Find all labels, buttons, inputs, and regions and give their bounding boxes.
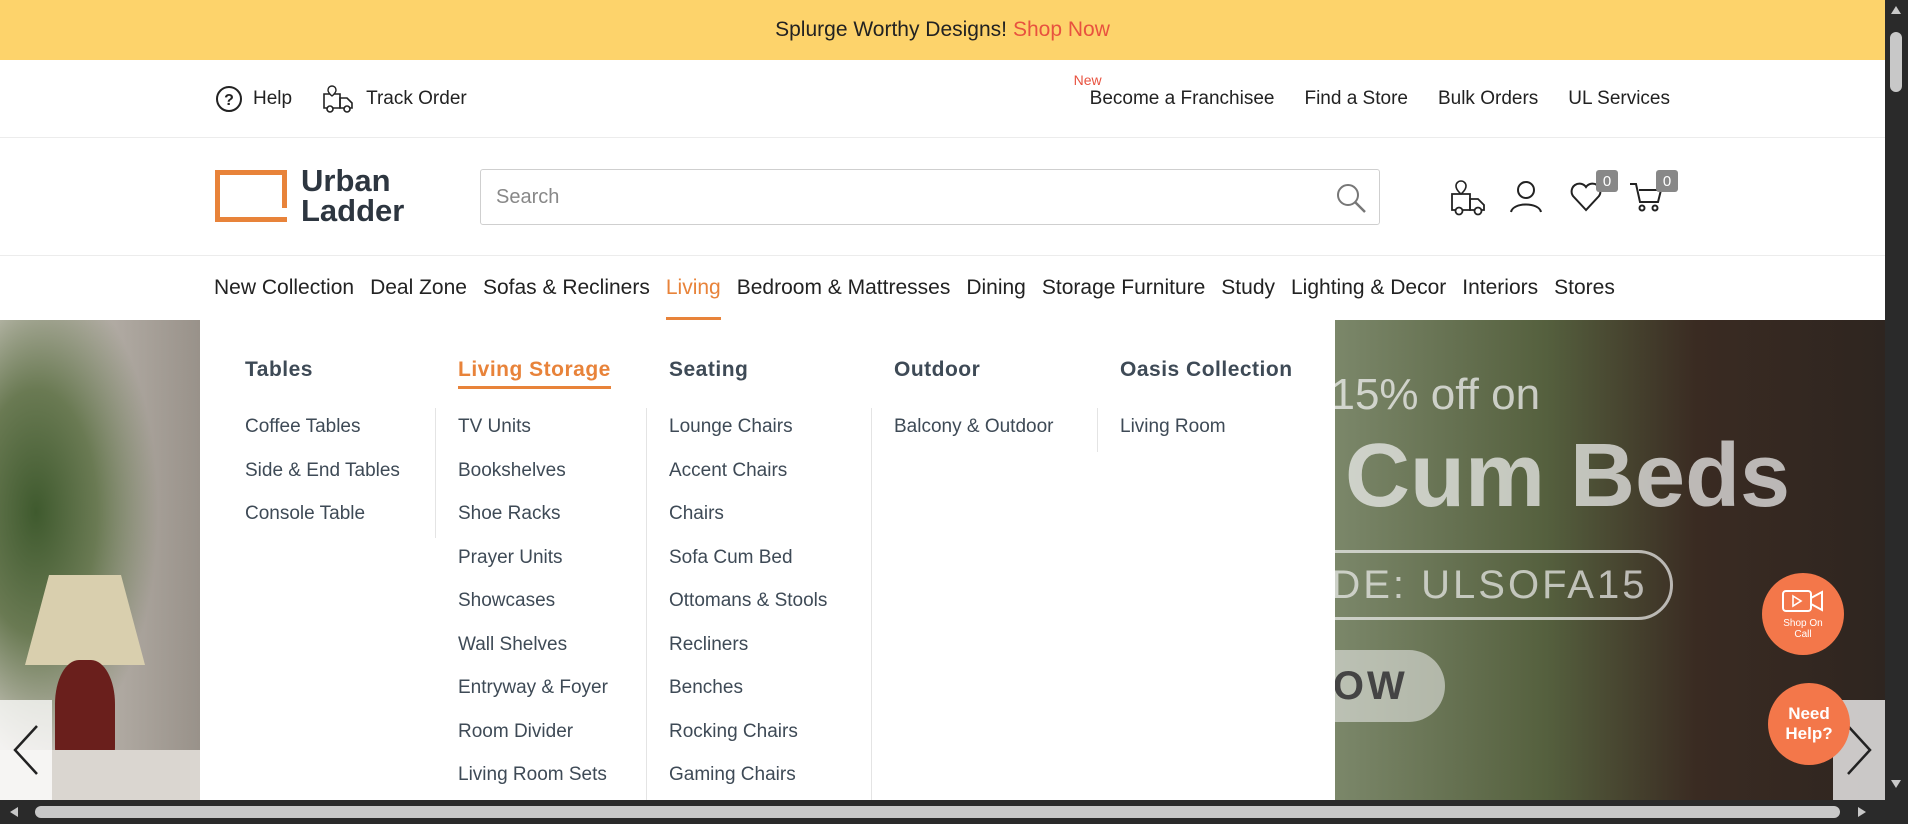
menu-item[interactable]: Accent Chairs — [669, 460, 827, 504]
menu-item[interactable]: Wall Shelves — [458, 634, 608, 678]
truck-location-icon — [323, 85, 353, 113]
menu-item[interactable]: Side & End Tables — [245, 460, 400, 504]
menu-item[interactable]: Lounge Chairs — [669, 416, 827, 460]
new-tag: New — [1073, 72, 1102, 88]
nav-interiors[interactable]: Interiors — [1454, 256, 1546, 320]
horizontal-scroll-thumb[interactable] — [35, 806, 1840, 818]
scroll-left-icon[interactable] — [10, 807, 18, 817]
nav-dining[interactable]: Dining — [958, 256, 1034, 320]
scroll-up-icon[interactable] — [1891, 6, 1901, 14]
nav-sofas-recliners[interactable]: Sofas & Recliners — [475, 256, 658, 320]
promo-banner: Splurge Worthy Designs! Shop Now — [0, 0, 1885, 60]
menu-item[interactable]: Recliners — [669, 634, 827, 678]
vertical-scrollbar[interactable] — [1885, 0, 1908, 824]
logo-mark-icon — [215, 170, 287, 222]
carousel-prev-button[interactable] — [0, 700, 52, 800]
shop-on-call-button[interactable]: Shop On Call — [1762, 573, 1844, 655]
main-header: Urban Ladder Search 0 0 — [0, 138, 1885, 256]
menu-item[interactable]: Chairs — [669, 503, 827, 547]
nav-lighting-decor[interactable]: Lighting & Decor — [1283, 256, 1454, 320]
scroll-right-icon[interactable] — [1858, 807, 1866, 817]
menu-item[interactable]: Living Room — [1120, 416, 1226, 460]
cart-button[interactable]: 0 — [1628, 170, 1678, 214]
menu-heading-seating[interactable]: Seating — [669, 358, 748, 382]
cart-count-badge: 0 — [1656, 170, 1678, 192]
truck-location-icon — [1451, 180, 1485, 216]
need-help-label-1: Need — [1788, 704, 1830, 723]
vertical-scroll-thumb[interactable] — [1890, 32, 1902, 92]
help-label: Help — [253, 88, 293, 109]
menu-item[interactable]: Ottomans & Stools — [669, 590, 827, 634]
horizontal-scrollbar[interactable] — [0, 800, 1885, 824]
nav-living[interactable]: Living — [658, 256, 729, 320]
search-input[interactable] — [481, 170, 1301, 224]
menu-heading-tables[interactable]: Tables — [245, 358, 313, 382]
need-help-button[interactable]: Need Help? — [1768, 683, 1850, 765]
menu-heading-outdoor[interactable]: Outdoor — [894, 358, 980, 382]
menu-item[interactable]: Coffee Tables — [245, 416, 400, 460]
help-icon: ? — [216, 86, 242, 112]
main-nav: New Collection Deal Zone Sofas & Recline… — [0, 256, 1885, 320]
menu-item[interactable]: Entryway & Foyer — [458, 677, 608, 721]
menu-item[interactable]: Console Table — [245, 503, 400, 547]
menu-item[interactable]: Shoe Racks — [458, 503, 608, 547]
bulk-orders-link[interactable]: Bulk Orders — [1438, 88, 1538, 110]
utility-bar: ? Help Track Order New Become a Franchis… — [0, 60, 1885, 138]
need-help-label-2: Help? — [1785, 724, 1833, 743]
franchise-link[interactable]: New Become a Franchisee — [1074, 72, 1275, 110]
chevron-left-icon — [13, 725, 38, 775]
track-order-link[interactable]: Track Order — [322, 84, 467, 114]
shop-on-call-label-2: Call — [1794, 629, 1812, 640]
menu-heading-oasis-collection[interactable]: Oasis Collection — [1120, 358, 1293, 382]
living-mega-menu: Tables Coffee Tables Side & End Tables C… — [200, 320, 1335, 800]
wishlist-count-badge: 0 — [1596, 170, 1618, 192]
menu-item[interactable]: Bookshelves — [458, 460, 608, 504]
promo-shop-now-link[interactable]: Shop Now — [1013, 18, 1110, 42]
urban-ladder-logo[interactable]: Urban Ladder — [215, 163, 405, 228]
menu-item[interactable]: Balcony & Outdoor — [894, 416, 1053, 460]
menu-heading-living-storage[interactable]: Living Storage — [458, 358, 611, 389]
track-order-label: Track Order — [366, 88, 467, 109]
find-store-link[interactable]: Find a Store — [1304, 88, 1408, 110]
menu-item[interactable]: Rocking Chairs — [669, 721, 827, 765]
search-icon[interactable] — [1335, 182, 1367, 214]
nav-stores[interactable]: Stores — [1546, 256, 1623, 320]
ul-services-link[interactable]: UL Services — [1568, 88, 1670, 110]
store-locator-button[interactable] — [1448, 178, 1485, 216]
logo-line-1: Urban — [301, 163, 391, 198]
shop-on-call-label-1: Shop On — [1783, 618, 1823, 629]
account-button[interactable] — [1508, 178, 1544, 214]
nav-deal-zone[interactable]: Deal Zone — [362, 256, 475, 320]
nav-storage-furniture[interactable]: Storage Furniture — [1034, 256, 1213, 320]
franchise-label: Become a Franchisee — [1089, 88, 1275, 109]
wishlist-button[interactable]: 0 — [1568, 170, 1618, 214]
menu-item[interactable]: Prayer Units — [458, 547, 608, 591]
menu-item[interactable]: TV Units — [458, 416, 608, 460]
scroll-down-icon[interactable] — [1891, 780, 1901, 788]
menu-item[interactable]: Benches — [669, 677, 827, 721]
menu-item[interactable]: Showcases — [458, 590, 608, 634]
search-box — [480, 169, 1380, 225]
svg-text:?: ? — [224, 92, 234, 109]
nav-new-collection[interactable]: New Collection — [214, 256, 362, 320]
menu-item[interactable]: Room Divider — [458, 721, 608, 765]
nav-study[interactable]: Study — [1213, 256, 1283, 320]
menu-item[interactable]: Sofa Cum Bed — [669, 547, 827, 591]
nav-bedroom-mattresses[interactable]: Bedroom & Mattresses — [729, 256, 959, 320]
promo-text: Splurge Worthy Designs! — [775, 18, 1007, 41]
logo-line-2: Ladder — [301, 193, 405, 228]
video-call-icon — [1782, 590, 1823, 612]
user-icon — [1510, 181, 1542, 213]
help-link[interactable]: ? Help — [215, 85, 292, 113]
